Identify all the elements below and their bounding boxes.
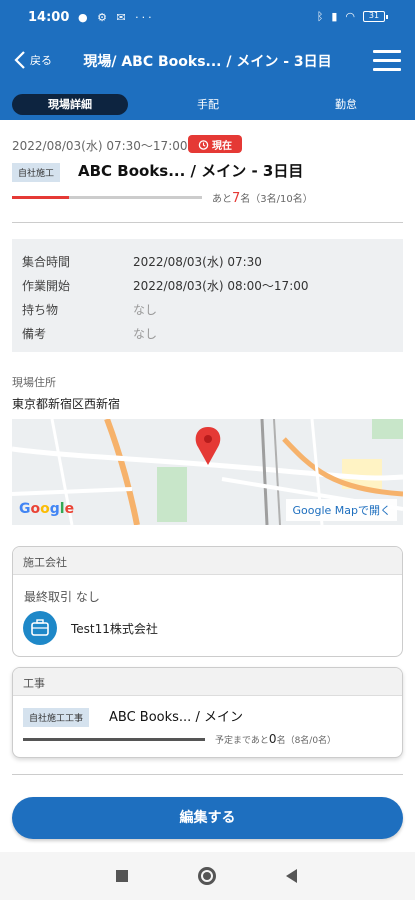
status-time: 14:00 <box>28 10 70 25</box>
open-google-map-button[interactable]: Google Mapで開く <box>286 499 397 521</box>
briefcase-icon <box>31 619 49 636</box>
company-avatar <box>23 611 57 645</box>
hamburger-menu-icon[interactable] <box>373 50 401 72</box>
work-remaining: 予定まであと0名（8名/0名） <box>215 732 336 746</box>
card-header: 工事 <box>13 668 402 696</box>
now-badge: 現在 <box>188 135 242 153</box>
notification-icons: ● ⚙ ✉ ··· <box>78 11 155 24</box>
detail-value: 2022/08/03(水) 07:30 <box>133 255 262 269</box>
page-title: 現場/ ABC Books... / メイン - 3日目 <box>83 54 332 70</box>
remaining-suffix: 名（3名/10名） <box>240 194 313 205</box>
tab-bar: 現場詳細 手配 勤怠 <box>0 86 415 120</box>
staffing-progress-fill <box>12 196 69 199</box>
work-progress-bar <box>23 738 205 741</box>
edit-button[interactable]: 編集する <box>12 797 403 839</box>
signal-icon: ▮ <box>331 10 338 23</box>
remaining-prefix: 予定まであと <box>215 736 269 746</box>
back-label: 戻る <box>30 54 52 67</box>
staffing-progress-bar <box>12 196 202 199</box>
detail-label: 集合時間 <box>22 255 71 269</box>
address-label: 現場住所 <box>12 376 56 389</box>
status-bar: 14:00 ● ⚙ ✉ ··· ᛒ ▮ ◠ 31 <box>0 0 415 38</box>
location-map[interactable]: Google Google Mapで開く <box>12 419 403 525</box>
work-title: ABC Books... / メイン <box>109 710 243 725</box>
remaining-count: 0 <box>268 732 277 746</box>
detail-label: 備考 <box>22 327 47 341</box>
site-title: ABC Books... / メイン - 3日目 <box>78 162 304 180</box>
now-label: 現在 <box>212 140 232 152</box>
construction-card[interactable]: 工事 自社施工工事 ABC Books... / メイン 予定まであと0名（8名… <box>12 667 403 758</box>
system-nav-bar <box>0 852 415 900</box>
google-logo: Google <box>19 501 75 517</box>
site-type-tag: 自社施工 <box>12 163 61 182</box>
tab-site-details[interactable]: 現場詳細 <box>12 94 128 115</box>
remaining-suffix: 名（8名/0名） <box>276 736 337 746</box>
chevron-left-icon <box>14 51 25 69</box>
last-deal: 最終取引 なし <box>24 590 100 604</box>
card-header: 施工会社 <box>13 547 402 575</box>
timer-icon <box>198 139 209 150</box>
detail-value: 2022/08/03(水) 08:00〜17:00 <box>133 279 309 293</box>
divider <box>12 774 403 775</box>
divider <box>12 222 403 223</box>
detail-label: 作業開始 <box>22 279 71 293</box>
staffing-remaining: あと7名（3名/10名） <box>212 190 313 206</box>
battery-icon: 31 <box>363 11 388 22</box>
work-type-tag: 自社施工工事 <box>23 708 90 727</box>
wifi-icon: ◠ <box>345 10 355 23</box>
site-details-box: 集合時間 2022/08/03(水) 07:30 作業開始 2022/08/03… <box>12 239 403 352</box>
home-icon[interactable] <box>198 867 216 885</box>
app-header: 戻る 現場/ ABC Books... / メイン - 3日目 <box>0 38 415 86</box>
address-value: 東京都新宿区西新宿 <box>12 397 121 411</box>
detail-value: なし <box>133 303 158 317</box>
detail-value: なし <box>133 327 158 341</box>
detail-label: 持ち物 <box>22 303 59 317</box>
site-datetime: 2022/08/03(水) 07:30〜17:00 <box>12 139 188 153</box>
tab-arrangement[interactable]: 手配 <box>150 94 266 115</box>
bluetooth-icon: ᛒ <box>316 10 324 23</box>
company-name: Test11株式会社 <box>71 622 158 636</box>
tab-attendance[interactable]: 勤怠 <box>288 94 404 115</box>
remaining-prefix: あと <box>212 194 232 205</box>
contractor-card[interactable]: 施工会社 最終取引 なし Test11株式会社 <box>12 546 403 657</box>
recent-apps-icon[interactable] <box>116 870 128 882</box>
back-button[interactable]: 戻る <box>14 50 52 70</box>
back-triangle-icon[interactable] <box>286 869 297 883</box>
system-icons: ᛒ ▮ ◠ 31 <box>316 10 388 23</box>
